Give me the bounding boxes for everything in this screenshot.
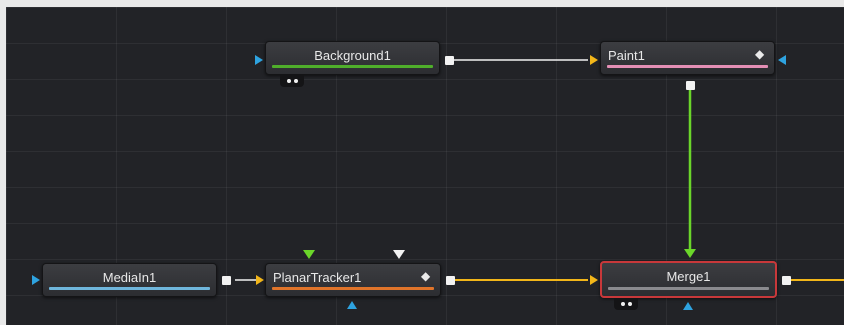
background-input-port[interactable] bbox=[255, 55, 263, 65]
planartracker-output-port[interactable] bbox=[446, 276, 455, 285]
merge-output-port[interactable] bbox=[782, 276, 791, 285]
planartracker-input-port[interactable] bbox=[256, 275, 264, 285]
dot-icon bbox=[286, 79, 291, 83]
node-background1[interactable]: Background1 bbox=[265, 41, 440, 75]
planartracker-secondary-port[interactable] bbox=[393, 250, 405, 259]
paint-output-port[interactable] bbox=[686, 81, 695, 90]
merge-mask-port[interactable] bbox=[683, 302, 693, 310]
node-planartracker1[interactable]: PlanarTracker1 ◆ bbox=[265, 263, 441, 297]
diamond-icon: ◆ bbox=[421, 269, 431, 283]
dot-icon bbox=[620, 302, 625, 306]
node-label: Background1 bbox=[314, 48, 391, 63]
mediain-output-port[interactable] bbox=[222, 276, 231, 285]
merge-foreground-port[interactable] bbox=[684, 249, 696, 258]
diamond-icon: ◆ bbox=[755, 47, 765, 61]
node-label: PlanarTracker1 bbox=[273, 270, 362, 285]
dot-icon bbox=[293, 79, 298, 83]
node-label: Merge1 bbox=[666, 269, 711, 284]
node-color-bar bbox=[607, 65, 768, 68]
node-mediain1[interactable]: MediaIn1 bbox=[42, 263, 217, 297]
node-editor-canvas[interactable]: Background1 Paint1 ◆ MediaIn1 PlanarTrac… bbox=[6, 7, 844, 325]
background-output-port[interactable] bbox=[445, 56, 454, 65]
paint-mask-input-port[interactable] bbox=[778, 55, 786, 65]
node-label: MediaIn1 bbox=[102, 270, 157, 285]
planartracker-effect-mask-port[interactable] bbox=[303, 250, 315, 259]
node-color-bar bbox=[272, 287, 434, 290]
node-label: Paint1 bbox=[608, 48, 645, 63]
view-indicator-tab[interactable] bbox=[280, 75, 304, 87]
node-merge1[interactable]: Merge1 bbox=[600, 261, 777, 298]
node-color-bar bbox=[272, 65, 433, 68]
view-indicator-tab[interactable] bbox=[614, 298, 638, 310]
mediain-input-port[interactable] bbox=[32, 275, 40, 285]
node-color-bar bbox=[608, 287, 769, 290]
dot-icon bbox=[627, 302, 632, 306]
planartracker-mask-port[interactable] bbox=[347, 301, 357, 309]
paint-input-port[interactable] bbox=[590, 55, 598, 65]
merge-background-port[interactable] bbox=[590, 275, 598, 285]
node-paint1[interactable]: Paint1 ◆ bbox=[600, 41, 775, 75]
node-color-bar bbox=[49, 287, 210, 290]
